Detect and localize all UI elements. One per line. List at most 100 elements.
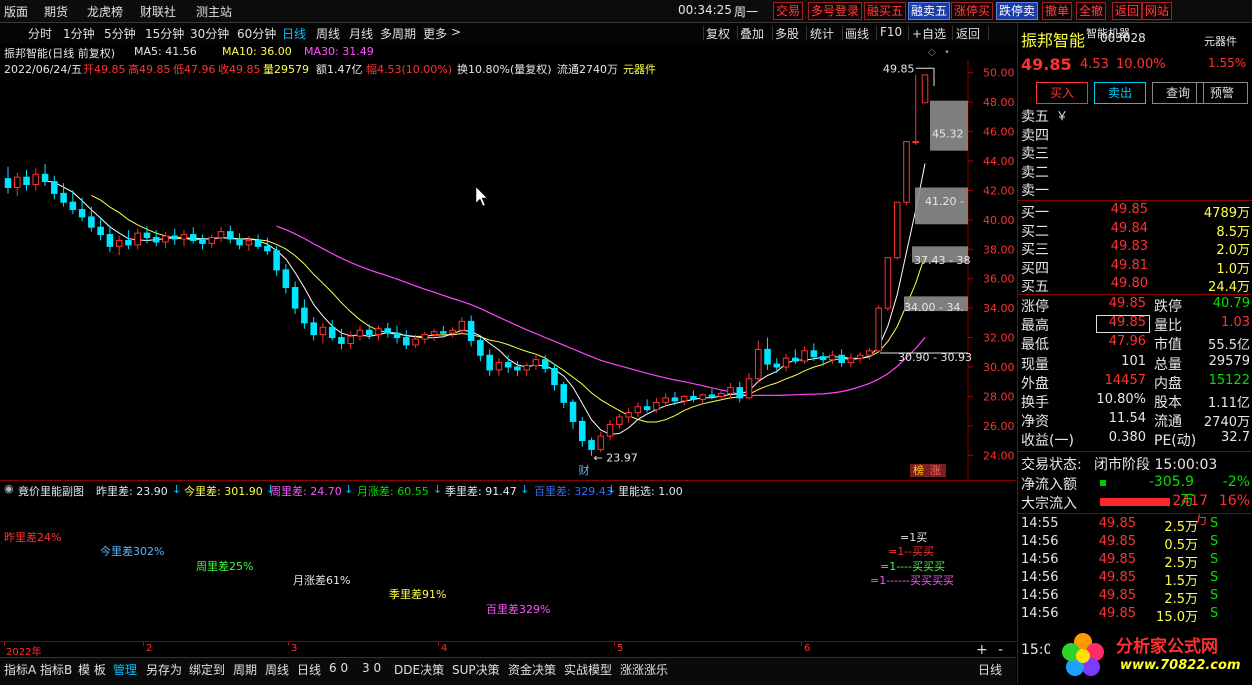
candle-body[interactable]	[458, 320, 466, 331]
period-tab-9[interactable]: 多周期	[380, 25, 416, 42]
right-tool-1[interactable]: 叠加	[740, 25, 764, 42]
candle-body[interactable]	[745, 378, 753, 399]
candle-body[interactable]	[792, 357, 799, 362]
candle-body[interactable]	[643, 406, 651, 411]
right-tool-5[interactable]: F10	[880, 25, 902, 39]
menu-layout[interactable]: 版面	[4, 3, 28, 20]
candle-body[interactable]	[264, 245, 271, 252]
period-tab-10[interactable]: 更多	[423, 25, 447, 42]
candle-body[interactable]	[97, 226, 104, 236]
dot-icon[interactable]: •	[944, 47, 950, 58]
candle-body[interactable]	[467, 320, 475, 342]
period-tab-4[interactable]: 30分钟	[190, 25, 229, 42]
candle-body[interactable]	[319, 326, 327, 336]
candle-body[interactable]	[504, 362, 512, 368]
bottom-tab-10[interactable]: 3 0	[362, 661, 381, 675]
candle-body[interactable]	[829, 354, 836, 361]
candle-body[interactable]	[569, 401, 577, 422]
candle-body[interactable]	[708, 394, 716, 397]
candle-body[interactable]	[653, 401, 660, 411]
candle-body[interactable]	[189, 234, 197, 241]
menu-cls[interactable]: 财联社	[140, 3, 176, 20]
candle-body[interactable]	[4, 178, 12, 188]
candle-body[interactable]	[560, 384, 568, 403]
period-tab-7[interactable]: 周线	[316, 25, 340, 42]
bottom-tab-7[interactable]: 周线	[265, 661, 289, 678]
bottom-tab-13[interactable]: 资金决策	[508, 661, 556, 678]
candle-body[interactable]	[699, 394, 706, 400]
candle-body[interactable]	[412, 338, 419, 346]
candle-body[interactable]	[356, 329, 364, 337]
right-tool-0[interactable]: 复权	[706, 25, 730, 42]
period-tab-6[interactable]: 日线	[282, 25, 306, 42]
menu-futures[interactable]: 期货	[44, 3, 68, 20]
candle-body[interactable]	[273, 250, 280, 271]
candle-body[interactable]	[365, 329, 373, 336]
candle-body[interactable]	[597, 435, 605, 450]
candle-body[interactable]	[338, 337, 345, 344]
sector-name[interactable]: 元器件	[1204, 33, 1237, 49]
candle-body[interactable]	[523, 365, 530, 371]
period-tab-3[interactable]: 15分钟	[145, 25, 184, 42]
candle-body[interactable]	[13, 176, 21, 188]
bottom-tab-5[interactable]: 绑定到	[189, 661, 225, 678]
candle-body[interactable]	[773, 363, 781, 368]
candle-body[interactable]	[921, 74, 929, 104]
candle-body[interactable]	[41, 173, 49, 183]
candle-body[interactable]	[625, 412, 632, 418]
candle-body[interactable]	[162, 235, 169, 243]
candle-body[interactable]	[254, 239, 262, 247]
diamond-icon[interactable]: ◇	[928, 47, 936, 58]
trade-button-4[interactable]: 涨停买	[951, 2, 994, 20]
right-tool-6[interactable]: +自选	[912, 25, 946, 42]
candle-body[interactable]	[282, 269, 290, 289]
trade-button-9[interactable]: 网站	[1142, 2, 1173, 20]
limit-up-tag[interactable]: 涨	[930, 464, 941, 477]
sub-indicator-panel[interactable]: ◉ 竟价里能副图 昨里差: 23.90 ↓ 今里差: 301.90 ↓ 周里差:…	[0, 480, 1016, 658]
candle-body[interactable]	[579, 420, 586, 442]
candle-body[interactable]	[495, 362, 503, 371]
bottom-tab-15[interactable]: 涨涨涨乐	[620, 661, 668, 678]
candle-body[interactable]	[421, 334, 429, 340]
bottom-tab-3[interactable]: 管理	[113, 661, 137, 678]
period-tab-5[interactable]: 60分钟	[237, 25, 276, 42]
candle-body[interactable]	[727, 387, 734, 394]
buy-button[interactable]: 买入	[1036, 82, 1088, 104]
period-tab-0[interactable]: 分时	[28, 25, 52, 42]
trade-button-6[interactable]: 撤单	[1042, 2, 1073, 20]
sub-panel-icon[interactable]: ◉	[4, 482, 14, 495]
candle-body[interactable]	[551, 367, 558, 386]
trade-button-2[interactable]: 融买五	[864, 2, 907, 20]
candle-body[interactable]	[328, 326, 336, 339]
candle-body[interactable]	[125, 239, 132, 246]
bottom-tab-4[interactable]: 另存为	[146, 661, 182, 678]
right-tool-2[interactable]: 多股	[775, 25, 799, 42]
bottom-tab-8[interactable]: 日线	[297, 661, 321, 678]
candle-body[interactable]	[384, 328, 392, 334]
alert-button[interactable]: 预警	[1196, 82, 1248, 104]
candle-body[interactable]	[143, 232, 151, 239]
zoom-out-icon[interactable]: -	[998, 642, 1003, 658]
candle-body[interactable]	[375, 328, 382, 336]
candle-body[interactable]	[88, 216, 95, 228]
candle-body[interactable]	[310, 322, 317, 336]
candle-body[interactable]	[69, 201, 77, 211]
period-tab-1[interactable]: 1分钟	[63, 25, 95, 42]
candle-body[interactable]	[782, 357, 790, 368]
candle-body[interactable]	[634, 406, 642, 414]
candle-body[interactable]	[875, 307, 882, 352]
right-tool-7[interactable]: 返回	[956, 25, 980, 42]
candle-body[interactable]	[51, 181, 58, 194]
candle-body[interactable]	[717, 392, 725, 397]
candle-body[interactable]	[208, 237, 216, 244]
candle-body[interactable]	[32, 173, 40, 186]
candle-body[interactable]	[440, 331, 447, 334]
candle-body[interactable]	[115, 239, 123, 247]
candle-body[interactable]	[60, 192, 67, 203]
bottom-tab-12[interactable]: SUP决策	[452, 661, 500, 678]
candle-body[interactable]	[477, 340, 484, 356]
candle-body[interactable]	[514, 366, 521, 371]
candle-body[interactable]	[866, 350, 873, 356]
zoom-in-icon[interactable]: +	[976, 642, 988, 658]
bottom-tab-2[interactable]: 模 板	[78, 661, 106, 678]
